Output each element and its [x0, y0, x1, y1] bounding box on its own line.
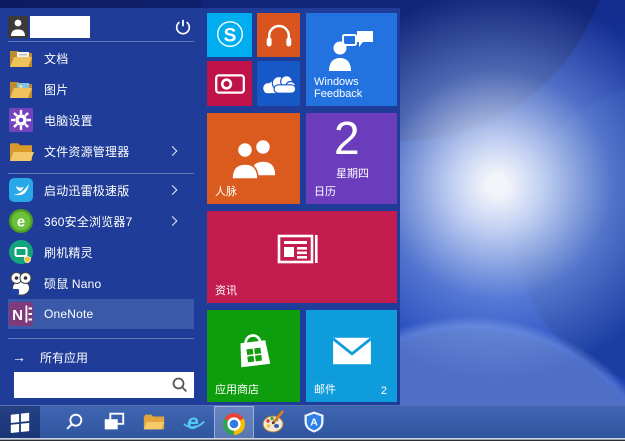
divider — [8, 41, 194, 42]
shuaji-jingling-icon — [8, 239, 34, 265]
chevron-right-icon — [168, 216, 178, 226]
shield-a-icon: A — [302, 410, 326, 437]
all-apps-button[interactable]: → 所有应用 — [8, 346, 194, 368]
newspaper-icon — [276, 231, 328, 273]
user-row — [8, 12, 196, 42]
menu-item-file-explorer[interactable]: 文件资源管理器 — [8, 136, 194, 166]
browser-360-icon: e — [8, 208, 34, 234]
menu-item-label: 360安全浏览器7 — [44, 213, 133, 230]
store-bag-icon — [229, 326, 279, 374]
menu-item-label: 文档 — [44, 50, 68, 67]
internet-explorer-button[interactable]: e — [174, 406, 214, 441]
menu-item-label: 刷机精灵 — [44, 244, 93, 261]
search-input[interactable] — [14, 372, 194, 398]
search-box — [14, 372, 194, 398]
onedrive-clouds-icon — [259, 70, 299, 98]
user-name-box[interactable] — [30, 16, 90, 38]
divider — [8, 173, 194, 174]
onenote-n-glyph: N — [12, 307, 23, 324]
shield-a-glyph: A — [310, 417, 318, 429]
tile-label: 日历 — [314, 183, 336, 199]
tile-camera[interactable] — [207, 61, 252, 106]
tile-music[interactable] — [257, 13, 300, 57]
menu-item-label: 文件资源管理器 — [44, 143, 129, 160]
camera-icon — [211, 65, 249, 103]
skype-s-glyph: S — [223, 25, 236, 46]
tile-people[interactable]: 人脉 — [207, 113, 300, 204]
menu-item-label: 硕鼠 Nano — [44, 275, 101, 292]
security-shield-button[interactable]: A — [294, 406, 334, 441]
windows-logo-icon — [9, 410, 31, 437]
tile-calendar[interactable]: 2 星期四 日历 — [306, 113, 397, 204]
file-explorer-icon — [142, 410, 166, 437]
menu-item-onenote[interactable]: N OneNote — [8, 299, 194, 329]
task-view-icon — [102, 410, 126, 437]
tile-mail[interactable]: 邮件 2 — [306, 310, 397, 402]
tile-label: 应用商店 — [215, 381, 259, 397]
tile-grid: S Windows Feedback 人脉 2 星期四 日历 — [207, 13, 397, 405]
search-icon — [171, 376, 189, 394]
menu-item-shuoshu-nano[interactable]: 硕鼠 Nano — [8, 268, 194, 298]
browser360-e-glyph: e — [17, 214, 25, 231]
headphones-icon — [261, 17, 297, 53]
internet-explorer-icon: e — [181, 409, 207, 438]
menu-item-documents[interactable]: 文档 — [8, 43, 194, 73]
tile-label: 邮件 — [314, 381, 336, 397]
settings-gear-icon — [8, 107, 34, 133]
power-button[interactable] — [174, 18, 192, 36]
task-view-button[interactable] — [94, 406, 134, 441]
calendar-day: 2 — [334, 113, 360, 165]
taskbar: e A — [0, 405, 625, 441]
paint-button[interactable] — [254, 406, 294, 441]
onenote-icon: N — [8, 301, 34, 327]
windows-start-screen: 文档 图片 电脑设置 文件资源管理器 — [0, 0, 625, 441]
envelope-icon — [329, 334, 375, 368]
people-icon — [228, 136, 280, 182]
chrome-icon — [223, 413, 245, 435]
file-explorer-icon — [8, 138, 34, 164]
start-menu: 文档 图片 电脑设置 文件资源管理器 — [0, 8, 400, 405]
tile-label: 人脉 — [215, 183, 237, 199]
shuoshu-nano-icon — [8, 270, 34, 296]
ie-e-glyph: e — [187, 411, 199, 434]
all-apps-label: 所有应用 — [40, 349, 88, 366]
calendar-weekday: 星期四 — [336, 165, 369, 181]
thunder-bird-icon — [8, 177, 34, 203]
all-apps-arrow-icon: → — [12, 349, 26, 365]
paint-palette-icon — [261, 409, 287, 438]
tile-windows-feedback[interactable]: Windows Feedback — [306, 13, 397, 106]
taskbar-file-explorer-button[interactable] — [134, 406, 174, 441]
divider — [8, 338, 194, 339]
feedback-person-bubbles-icon — [327, 29, 377, 73]
search-icon — [63, 411, 85, 436]
tile-skype[interactable]: S — [207, 13, 252, 57]
tile-store[interactable]: 应用商店 — [207, 310, 300, 402]
menu-item-shuaji-jingling[interactable]: 刷机精灵 — [8, 237, 194, 267]
menu-item-pictures[interactable]: 图片 — [8, 74, 194, 104]
menu-item-label: 启动迅雷极速版 — [44, 182, 129, 199]
chevron-right-icon — [168, 185, 178, 195]
menu-item-pc-settings[interactable]: 电脑设置 — [8, 105, 194, 135]
menu-item-360-browser[interactable]: e 360安全浏览器7 — [8, 206, 194, 236]
taskbar-search-button[interactable] — [54, 406, 94, 441]
tile-label: 资讯 — [215, 282, 237, 298]
chrome-button[interactable] — [214, 406, 254, 441]
tile-onedrive[interactable] — [257, 61, 300, 106]
mail-unread-count: 2 — [381, 385, 387, 397]
start-button[interactable] — [0, 406, 40, 441]
menu-item-label: OneNote — [44, 307, 93, 321]
start-menu-left-column: 文档 图片 电脑设置 文件资源管理器 — [0, 8, 200, 405]
menu-item-label: 图片 — [44, 81, 68, 98]
tile-news[interactable]: 资讯 — [207, 211, 397, 303]
tile-label: Windows Feedback — [314, 76, 378, 101]
menu-item-label: 电脑设置 — [44, 112, 93, 129]
power-icon — [174, 24, 192, 39]
user-avatar-icon[interactable] — [8, 16, 28, 38]
documents-folder-icon — [8, 45, 34, 71]
chevron-right-icon — [168, 146, 178, 156]
skype-icon: S — [210, 15, 250, 55]
menu-item-thunder[interactable]: 启动迅雷极速版 — [8, 175, 194, 205]
pictures-folder-icon — [8, 76, 34, 102]
